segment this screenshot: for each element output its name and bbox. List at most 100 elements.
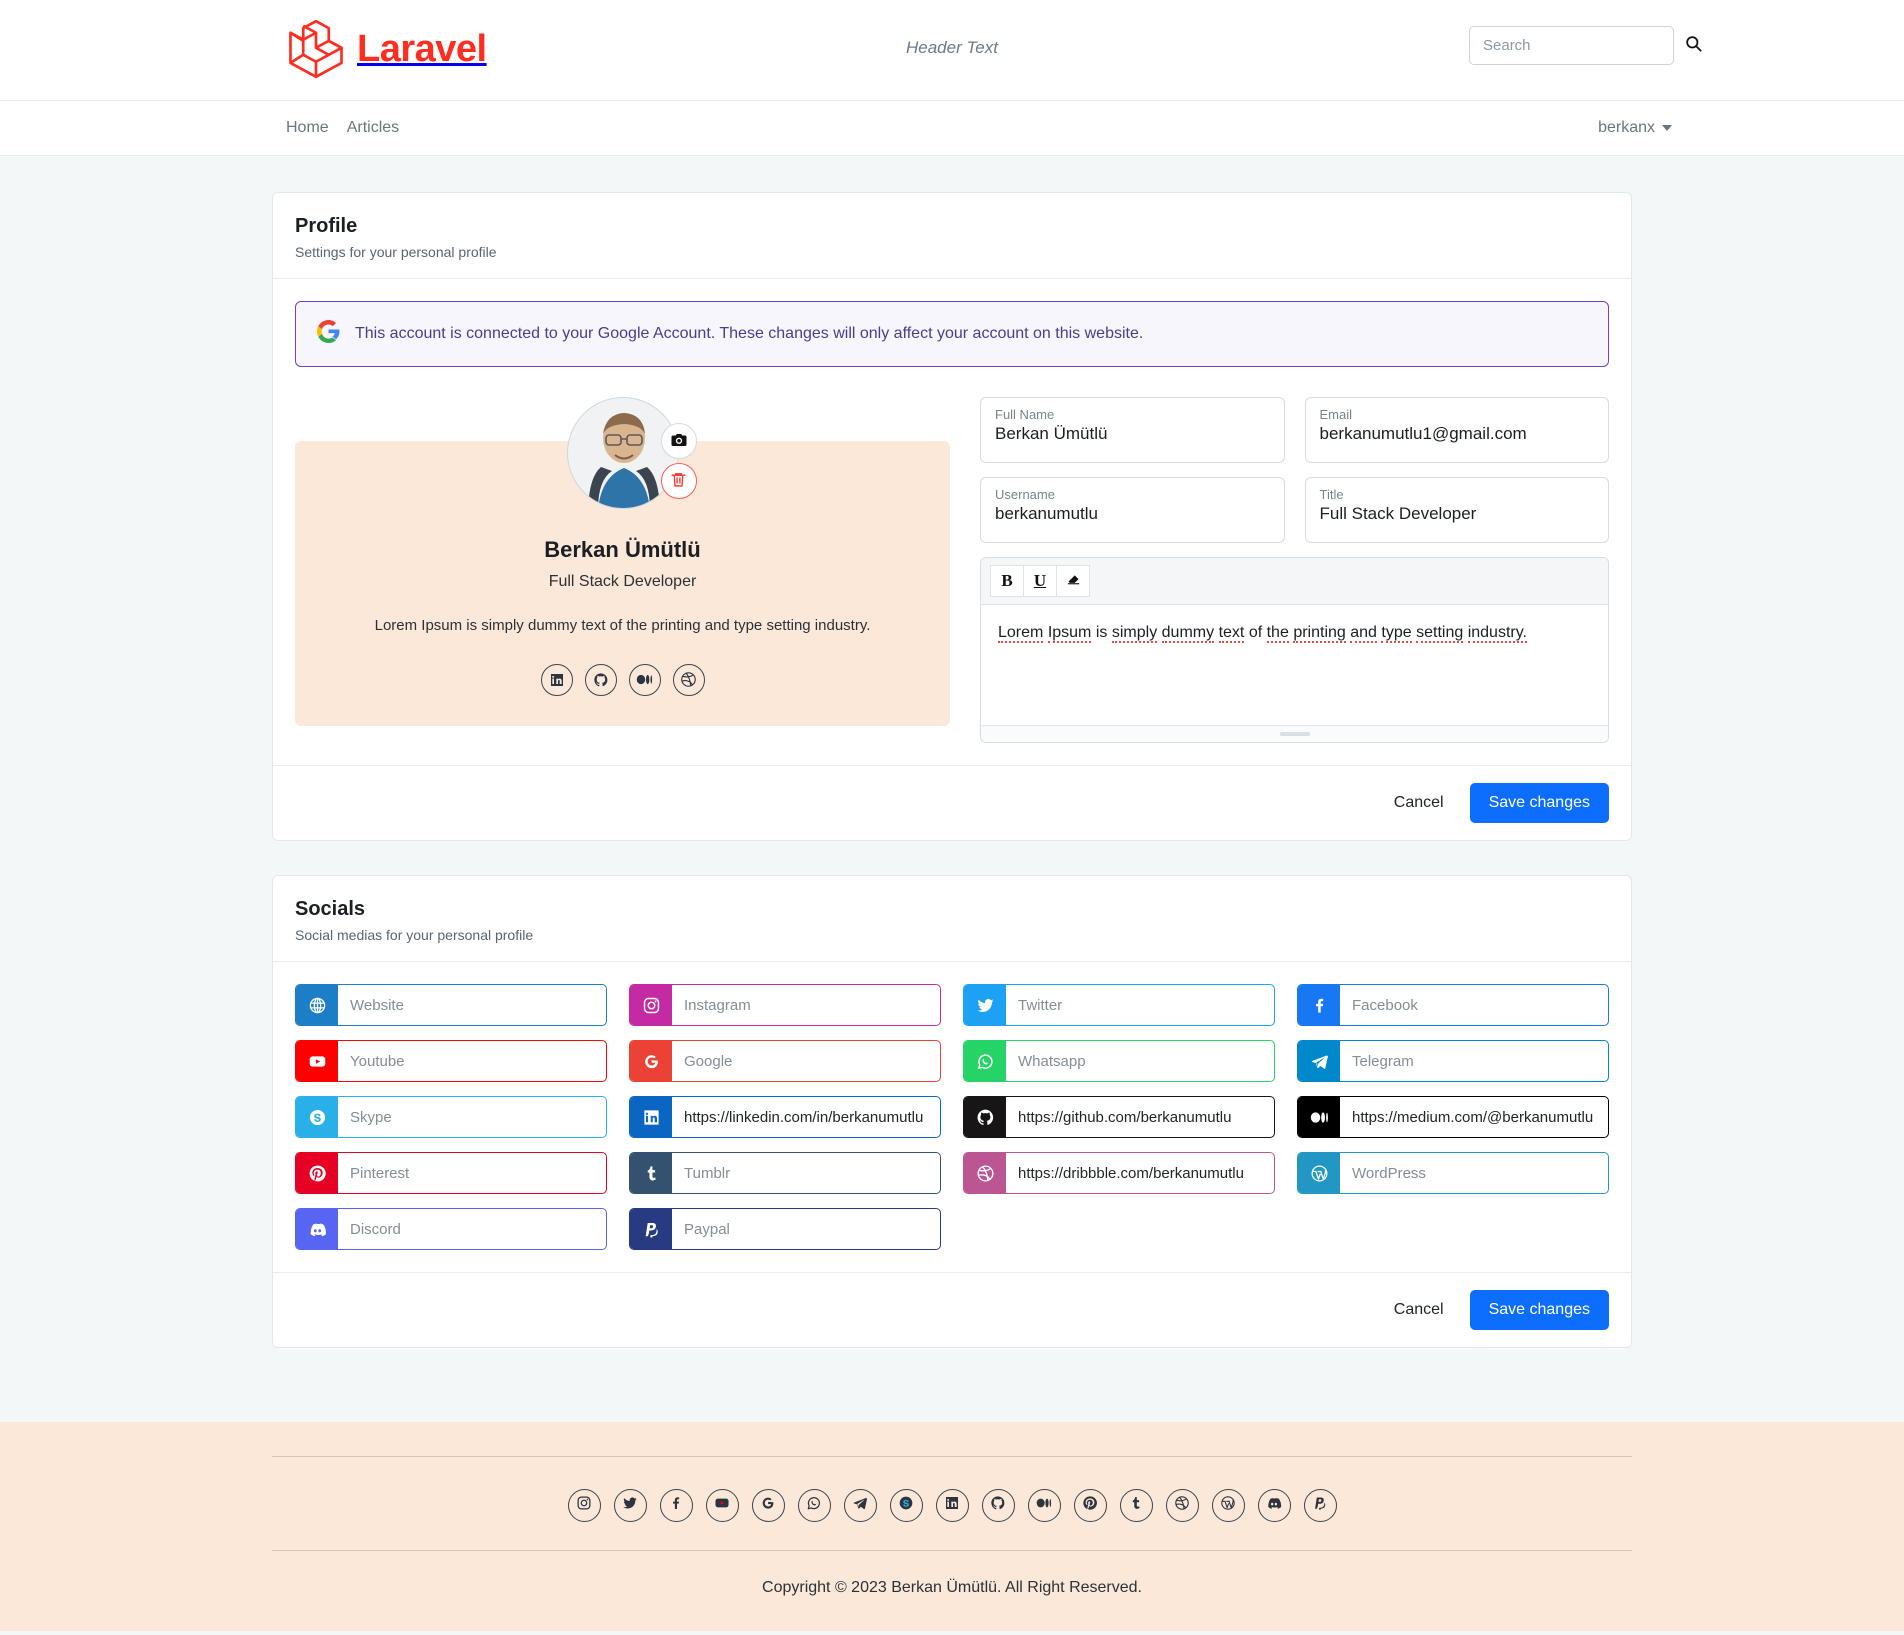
social-input-google-input[interactable]	[672, 1041, 940, 1081]
editor-word: dummy	[1161, 624, 1215, 643]
preview-social-github[interactable]	[584, 663, 617, 696]
social-input-pinterest-input[interactable]	[338, 1153, 606, 1193]
footer-social-twitter[interactable]	[613, 1489, 647, 1522]
social-input-discord-input[interactable]	[338, 1209, 606, 1249]
social-input-github[interactable]	[963, 1096, 1275, 1138]
social-input-telegram[interactable]	[1297, 1040, 1609, 1082]
social-input-telegram-input[interactable]	[1340, 1041, 1608, 1081]
footer-social-facebook[interactable]	[659, 1489, 693, 1522]
social-input-wordpress-input[interactable]	[1340, 1153, 1608, 1193]
social-input-website-input[interactable]	[338, 985, 606, 1025]
editor-word: text	[1218, 624, 1245, 643]
footer-social-google[interactable]	[751, 1489, 785, 1522]
profile-save-button[interactable]: Save changes	[1469, 783, 1609, 823]
preview-social-dribbble[interactable]	[672, 663, 705, 696]
social-input-linkedin[interactable]	[629, 1096, 941, 1138]
discord-icon	[296, 1209, 338, 1249]
profile-fields-grid: Full Name Email Username Title	[980, 397, 1609, 543]
footer-social-dribbble[interactable]	[1165, 1489, 1199, 1522]
search-icon[interactable]	[1684, 34, 1703, 58]
title-input[interactable]	[1319, 504, 1594, 524]
social-input-dribbble-input[interactable]	[1006, 1153, 1274, 1193]
profile-cancel-button[interactable]: Cancel	[1390, 788, 1448, 818]
nav-link-articles[interactable]: Articles	[347, 119, 399, 137]
preview-social-linkedin[interactable]	[540, 663, 573, 696]
social-input-whatsapp[interactable]	[963, 1040, 1275, 1082]
delete-avatar-button[interactable]	[660, 463, 697, 499]
profile-card-body: This account is connected to your Google…	[273, 279, 1631, 765]
footer-social-telegram[interactable]	[843, 1489, 877, 1522]
bio-rich-text-editor[interactable]: B U Lorem Ipsum is simply dummy text of …	[980, 557, 1609, 743]
social-input-google[interactable]	[629, 1040, 941, 1082]
eraser-icon	[1066, 571, 1081, 591]
footer-social-tumblr[interactable]	[1119, 1489, 1153, 1522]
socials-cancel-button[interactable]: Cancel	[1390, 1295, 1448, 1325]
social-input-youtube[interactable]	[295, 1040, 607, 1082]
social-input-skype-input[interactable]	[338, 1097, 606, 1137]
footer-social-linkedin[interactable]	[935, 1489, 969, 1522]
footer-social-github[interactable]	[981, 1489, 1015, 1522]
footer-social-whatsapp[interactable]	[797, 1489, 831, 1522]
socials-save-button[interactable]: Save changes	[1469, 1290, 1609, 1330]
youtube-icon	[714, 1495, 730, 1516]
editor-word: industry.	[1467, 624, 1527, 643]
footer-social-medium[interactable]	[1027, 1489, 1061, 1522]
footer-social-youtube[interactable]	[705, 1489, 739, 1522]
social-input-discord[interactable]	[295, 1208, 607, 1250]
bold-button[interactable]: B	[990, 565, 1024, 597]
social-input-whatsapp-input[interactable]	[1006, 1041, 1274, 1081]
social-input-facebook[interactable]	[1297, 984, 1609, 1026]
social-input-twitter-input[interactable]	[1006, 985, 1274, 1025]
socials-card-body	[273, 962, 1631, 1272]
social-input-linkedin-input[interactable]	[672, 1097, 940, 1137]
resize-grip-icon	[1279, 732, 1310, 736]
full-name-label: Full Name	[995, 407, 1055, 422]
footer-social-pinterest[interactable]	[1073, 1489, 1107, 1522]
nav-link-home[interactable]: Home	[286, 119, 329, 137]
social-input-tumblr-input[interactable]	[672, 1153, 940, 1193]
social-input-pinterest[interactable]	[295, 1152, 607, 1194]
social-input-medium-input[interactable]	[1340, 1097, 1608, 1137]
username-input[interactable]	[995, 504, 1270, 524]
search-input[interactable]	[1481, 36, 1684, 55]
remove-format-button[interactable]	[1056, 565, 1090, 597]
underline-button[interactable]: U	[1023, 565, 1057, 597]
footer-social-wordpress[interactable]	[1211, 1489, 1245, 1522]
change-avatar-button[interactable]	[660, 423, 697, 459]
social-input-youtube-input[interactable]	[338, 1041, 606, 1081]
profile-card-footer: Cancel Save changes	[273, 765, 1631, 840]
email-field[interactable]: Email	[1304, 397, 1609, 463]
social-input-github-input[interactable]	[1006, 1097, 1274, 1137]
social-input-facebook-input[interactable]	[1340, 985, 1608, 1025]
globe-icon	[296, 985, 338, 1025]
footer-social-instagram[interactable]	[567, 1489, 601, 1522]
full-name-input[interactable]	[995, 424, 1270, 444]
preview-social-medium[interactable]	[628, 663, 661, 696]
footer-social-paypal[interactable]	[1303, 1489, 1337, 1522]
footer-social-skype[interactable]	[889, 1489, 923, 1522]
socials-input-grid	[295, 984, 1609, 1250]
search-box[interactable]	[1469, 26, 1702, 65]
user-menu-dropdown[interactable]: berkanx	[1598, 119, 1672, 137]
social-input-twitter[interactable]	[963, 984, 1275, 1026]
social-input-website[interactable]	[295, 984, 607, 1026]
editor-content[interactable]: Lorem Ipsum is simply dummy text of the …	[981, 605, 1608, 725]
social-input-instagram[interactable]	[629, 984, 941, 1026]
email-input[interactable]	[1319, 424, 1594, 444]
social-input-instagram-input[interactable]	[672, 985, 940, 1025]
social-input-dribbble[interactable]	[963, 1152, 1275, 1194]
editor-resize-handle[interactable]	[981, 725, 1608, 742]
social-input-tumblr[interactable]	[629, 1152, 941, 1194]
social-input-paypal[interactable]	[629, 1208, 941, 1250]
editor-word: the	[1266, 624, 1289, 643]
social-input-skype[interactable]	[295, 1096, 607, 1138]
social-input-paypal-input[interactable]	[672, 1209, 940, 1249]
full-name-field[interactable]: Full Name	[980, 397, 1285, 463]
username-field[interactable]: Username	[980, 477, 1285, 543]
twitter-icon	[964, 985, 1006, 1025]
social-input-medium[interactable]	[1297, 1096, 1609, 1138]
title-field[interactable]: Title	[1304, 477, 1609, 543]
footer-social-discord[interactable]	[1257, 1489, 1291, 1522]
social-input-wordpress[interactable]	[1297, 1152, 1609, 1194]
editor-word: Lorem	[998, 624, 1044, 643]
